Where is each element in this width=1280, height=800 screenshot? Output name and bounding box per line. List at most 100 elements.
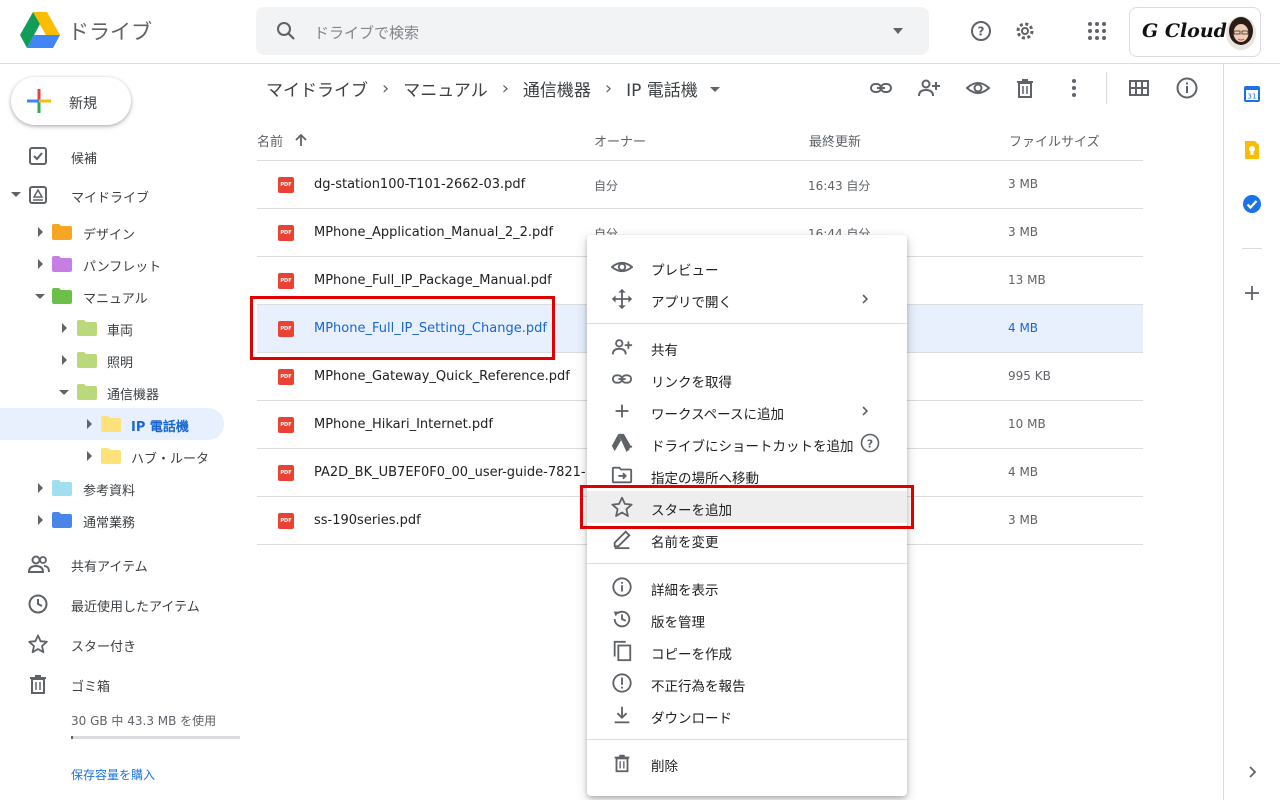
open-with-icon — [611, 288, 633, 310]
folder-item-hub-router[interactable]: ハブ・ルータ — [0, 440, 224, 472]
breadcrumb-item[interactable]: マイドライブ — [266, 76, 368, 101]
search-input[interactable]: ドライブで検索 — [314, 22, 419, 43]
menu-item-view-details[interactable]: 詳細を表示 — [587, 571, 907, 603]
expand-caret-icon[interactable] — [62, 323, 67, 333]
expand-caret-icon[interactable] — [11, 192, 21, 197]
menu-item-delete[interactable]: 削除 — [587, 747, 907, 779]
settings-gear-icon[interactable] — [1013, 19, 1037, 43]
expand-caret-icon[interactable] — [38, 259, 43, 269]
folder-item-ip-phone[interactable]: IP 電話機 — [0, 408, 224, 440]
sidebar-item-trash[interactable]: ゴミ箱 — [0, 668, 240, 700]
sort-arrow-up-icon[interactable] — [294, 133, 308, 147]
menu-item-add-to-workspace[interactable]: ワークスペースに追加 — [587, 395, 907, 427]
menu-item-share[interactable]: 共有 — [587, 331, 907, 363]
expand-caret-icon[interactable] — [38, 227, 43, 237]
tasks-icon[interactable] — [1242, 194, 1262, 214]
menu-item-report-abuse[interactable]: 不正行為を報告 — [587, 667, 907, 699]
calendar-icon[interactable]: 31 — [1242, 84, 1262, 104]
folder-label: 通常業務 — [83, 516, 136, 531]
column-header-modified[interactable]: 最終更新 — [809, 131, 861, 150]
folder-label: ハブ・ルータ — [131, 452, 210, 467]
expand-caret-icon[interactable] — [62, 355, 67, 365]
file-name: MPhone_Full_IP_Package_Manual.pdf — [314, 273, 552, 288]
folder-item-design[interactable]: デザイン — [0, 216, 224, 248]
collapse-caret-icon[interactable] — [35, 294, 45, 299]
folder-item-pamphlet[interactable]: パンフレット — [0, 248, 224, 280]
recent-icon — [28, 594, 48, 614]
sidebar-item-label: ゴミ箱 — [71, 680, 111, 695]
folder-item-vehicle[interactable]: 車両 — [0, 312, 224, 344]
preview-eye-icon[interactable] — [966, 76, 990, 100]
expand-caret-icon[interactable] — [87, 419, 92, 429]
menu-item-label: 指定の場所へ移動 — [651, 471, 759, 487]
folder-label: 照明 — [107, 356, 134, 371]
apps-grid-icon[interactable] — [1085, 19, 1109, 43]
more-vert-icon[interactable] — [1062, 76, 1086, 100]
collapse-caret-icon[interactable] — [59, 390, 69, 395]
breadcrumb-item[interactable]: マニュアル — [403, 76, 488, 101]
search-options-icon[interactable] — [892, 25, 904, 37]
expand-panel-chevron-icon[interactable] — [1242, 762, 1262, 782]
folder-item-manual[interactable]: マニュアル — [0, 280, 224, 312]
drive-logo-icon[interactable] — [20, 12, 60, 48]
keep-icon[interactable] — [1242, 140, 1262, 160]
link-icon — [611, 368, 633, 390]
details-info-icon[interactable] — [1175, 76, 1199, 100]
sidebar-item-starred[interactable]: スター付き — [0, 628, 240, 660]
svg-text:31: 31 — [1248, 93, 1257, 101]
menu-item-preview[interactable]: プレビュー — [587, 251, 907, 283]
folder-item-telecom[interactable]: 通信機器 — [0, 376, 224, 408]
side-panel-divider — [1242, 248, 1262, 249]
menu-item-add-shortcut[interactable]: ドライブにショートカットを追加 ? — [587, 427, 907, 459]
search-icon[interactable] — [274, 19, 298, 43]
folder-icon — [101, 448, 121, 464]
delete-trash-icon[interactable] — [1013, 76, 1037, 100]
sidebar-item-my-drive[interactable]: マイドライブ — [0, 179, 240, 211]
share-person-add-icon[interactable] — [917, 76, 941, 100]
buy-storage-link[interactable]: 保存容量を購入 — [71, 766, 155, 783]
help-icon[interactable]: ? — [969, 19, 993, 43]
grid-view-icon[interactable] — [1127, 76, 1151, 100]
submenu-chevron-right-icon — [859, 291, 871, 307]
file-size: 4 MB — [1008, 465, 1039, 479]
menu-item-label: プレビュー — [651, 263, 719, 279]
table-row[interactable]: PDF dg-station100-T101-2662-03.pdf 自分 16… — [257, 161, 1143, 209]
sidebar-item-priority[interactable]: 候補 — [0, 140, 240, 172]
column-header-name[interactable]: 名前 — [257, 131, 283, 150]
column-header-owner[interactable]: オーナー — [594, 131, 646, 150]
file-size: 3 MB — [1008, 177, 1039, 191]
menu-item-download[interactable]: ダウンロード — [587, 699, 907, 731]
folder-item-lighting[interactable]: 照明 — [0, 344, 224, 376]
expand-caret-icon[interactable] — [87, 451, 92, 461]
menu-divider — [587, 739, 907, 740]
breadcrumb-dropdown-icon[interactable] — [709, 87, 720, 92]
file-name: PA2D_BK_UB7EF0F0_00_user-guide-7821-... — [314, 465, 599, 480]
breadcrumb-item[interactable]: 通信機器 — [523, 76, 591, 101]
menu-item-label: 詳細を表示 — [651, 583, 719, 599]
expand-caret-icon[interactable] — [38, 515, 43, 525]
folder-item-daily-work[interactable]: 通常業務 — [0, 504, 224, 536]
expand-caret-icon[interactable] — [38, 483, 43, 493]
new-button[interactable]: 新規 — [11, 77, 131, 125]
sidebar-item-shared[interactable]: 共有アイテム — [0, 548, 240, 580]
breadcrumb-current[interactable]: IP 電話機 — [626, 76, 698, 101]
menu-item-make-copy[interactable]: コピーを作成 — [587, 635, 907, 667]
folder-item-reference[interactable]: 参考資料 — [0, 472, 224, 504]
menu-item-open-with[interactable]: アプリで開く — [587, 283, 907, 315]
menu-item-get-link[interactable]: リンクを取得 — [587, 363, 907, 395]
menu-divider — [587, 323, 907, 324]
search-bar[interactable]: ドライブで検索 — [256, 7, 929, 55]
pdf-file-icon: PDF — [278, 177, 294, 193]
file-modified: 16:43 自分 — [808, 179, 871, 193]
add-addon-plus-icon[interactable] — [1242, 283, 1262, 303]
file-size: 13 MB — [1008, 273, 1046, 287]
sidebar-item-recent[interactable]: 最近使用したアイテム — [0, 588, 240, 620]
avatar[interactable] — [1226, 16, 1256, 50]
file-size: 3 MB — [1008, 225, 1039, 239]
account-switcher[interactable]: G Cloud — [1129, 7, 1261, 57]
folder-label: デザイン — [83, 228, 136, 243]
link-icon[interactable] — [869, 76, 893, 100]
menu-item-manage-versions[interactable]: 版を管理 — [587, 603, 907, 635]
column-header-size[interactable]: ファイルサイズ — [1009, 131, 1100, 150]
help-circle-icon[interactable]: ? — [860, 433, 880, 453]
